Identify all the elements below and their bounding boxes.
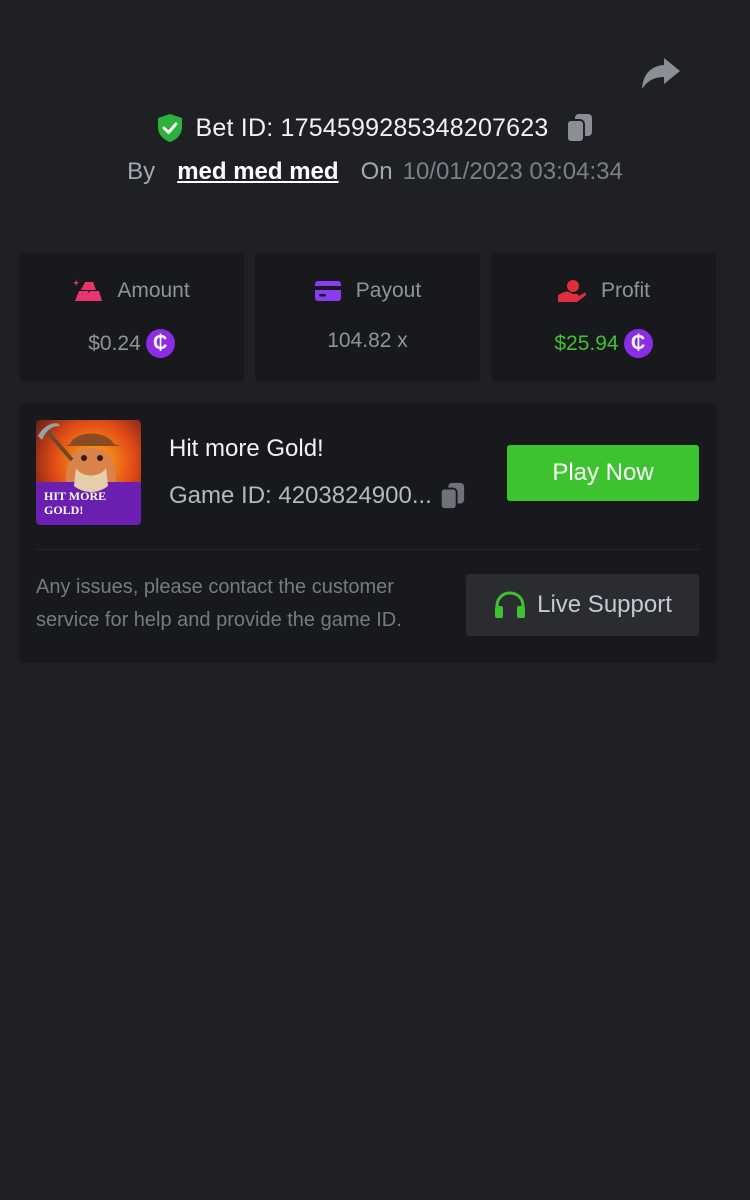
coin-icon: ₵ bbox=[623, 329, 653, 358]
coin-icon: ₵ bbox=[145, 329, 175, 358]
credit-card-icon bbox=[314, 281, 341, 301]
thumbnail-title-line2: GOLD! bbox=[44, 503, 83, 517]
payout-value: 104.82 x bbox=[327, 329, 408, 352]
by-label: By bbox=[127, 158, 156, 185]
verified-shield-icon bbox=[157, 114, 182, 142]
profit-value: $25.94 bbox=[554, 331, 619, 355]
on-label: On bbox=[360, 158, 393, 185]
support-help-text: Any issues, please contact the customer … bbox=[36, 576, 402, 631]
copy-icon[interactable] bbox=[438, 481, 466, 511]
share-icon[interactable] bbox=[640, 56, 682, 94]
amount-value: $0.24 bbox=[88, 331, 141, 355]
bet-id: Bet ID: 1754599285348207623 bbox=[195, 113, 549, 142]
live-support-label: Live Support bbox=[537, 591, 672, 618]
gold-bars-icon bbox=[73, 279, 103, 301]
headset-icon bbox=[495, 591, 526, 618]
game-id: Game ID: 4203824900... bbox=[169, 482, 432, 509]
bet-datetime: 10/01/2023 03:04:34 bbox=[402, 158, 623, 185]
bet-stats: Amount $0.24 ₵ Payout 104.82 x Profit $2… bbox=[19, 253, 717, 382]
amount-label: Amount bbox=[117, 279, 190, 302]
live-support-button[interactable]: Live Support bbox=[466, 574, 699, 636]
payout-card: Payout 104.82 x bbox=[255, 253, 480, 382]
username-link[interactable]: med med med bbox=[177, 158, 338, 186]
play-now-button[interactable]: Play Now bbox=[507, 445, 699, 501]
profit-label: Profit bbox=[600, 279, 650, 302]
amount-card: Amount $0.24 ₵ bbox=[19, 253, 244, 382]
profit-card: Profit $25.94 ₵ bbox=[491, 253, 716, 382]
payout-label: Payout bbox=[355, 279, 422, 302]
copy-icon[interactable] bbox=[564, 112, 594, 144]
game-card: HIT MORE GOLD! Hit more Gold! Game ID: 4… bbox=[19, 403, 717, 663]
divider bbox=[36, 549, 700, 550]
game-title: Hit more Gold! bbox=[169, 435, 324, 462]
thumbnail-title-line1: HIT MORE bbox=[44, 489, 106, 503]
bet-id-row: Bet ID: 1754599285348207623 bbox=[0, 108, 750, 148]
hand-coin-icon bbox=[557, 280, 587, 302]
game-id-row: Game ID: 4203824900... bbox=[169, 481, 466, 511]
bet-meta-row: By med med med On 10/01/2023 03:04:34 bbox=[0, 154, 750, 190]
game-thumbnail[interactable]: HIT MORE GOLD! bbox=[36, 420, 141, 525]
